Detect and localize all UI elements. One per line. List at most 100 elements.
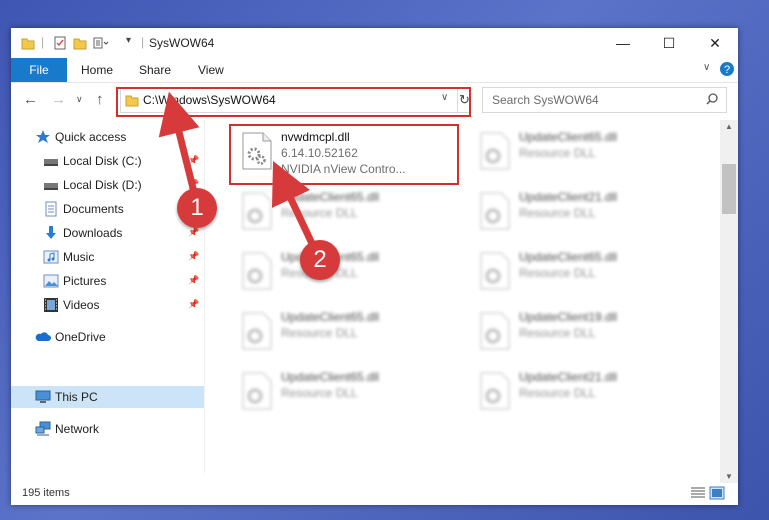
sidebar-item-music[interactable]: Music 📌 (11, 246, 204, 268)
tab-home[interactable]: Home (81, 58, 113, 82)
pictures-icon (43, 274, 59, 288)
scroll-thumb[interactable] (722, 164, 736, 214)
file-type: Resource DLL (519, 146, 596, 160)
maximize-button[interactable]: ☐ (646, 28, 692, 58)
dll-file-icon (480, 192, 510, 230)
file-name: UpdateClient65.dll (519, 250, 618, 264)
pin-icon[interactable]: 📌 (188, 155, 199, 166)
ribbon-expand-icon[interactable]: ∨ (703, 62, 710, 73)
title-separator: | (41, 35, 45, 49)
ribbon-tabs: File Home Share View ∨ ? (11, 58, 738, 83)
dll-file-icon (480, 312, 510, 350)
scroll-up-icon[interactable]: ▲ (720, 122, 738, 131)
videos-icon (44, 298, 58, 312)
pin-icon[interactable]: 📌 (188, 275, 199, 286)
file-tile[interactable]: UpdateClient21.dll Resource DLL (469, 366, 689, 414)
sidebar-item-label: Documents (63, 202, 124, 216)
file-highlight-box (229, 124, 459, 185)
pin-icon[interactable]: 📌 (188, 251, 199, 262)
sidebar-item-label: Local Disk (C:) (63, 154, 142, 168)
sidebar-item-label: Pictures (63, 274, 107, 288)
recent-locations-icon[interactable]: ∨ (76, 94, 83, 105)
item-count: 195 items (22, 487, 70, 499)
dll-file-icon (242, 312, 272, 350)
callout-badge-1: 1 (177, 188, 217, 228)
help-icon[interactable]: ? (719, 61, 735, 77)
dll-file-icon (242, 372, 272, 410)
file-name: UpdateClient19.dll (519, 310, 618, 324)
pin-icon[interactable]: 📌 (188, 227, 199, 238)
vertical-scrollbar[interactable]: ▲ ▼ (720, 120, 738, 483)
pin-icon[interactable]: 📌 (188, 299, 199, 310)
back-arrow-icon[interactable]: ← (23, 91, 38, 108)
file-type: Resource DLL (281, 386, 358, 400)
dll-file-icon (242, 252, 272, 290)
new-folder-icon[interactable] (73, 36, 87, 50)
large-icons-view-icon[interactable] (709, 486, 725, 500)
file-tile[interactable]: UpdateClient65.dll Resource DLL (231, 366, 451, 414)
file-type: Resource DLL (519, 206, 596, 220)
cloud-icon (35, 332, 51, 341)
sidebar-item-videos[interactable]: Videos 📌 (11, 294, 204, 316)
file-tile[interactable]: UpdateClient65.dll Resource DLL (231, 186, 451, 234)
sidebar-item-label: Quick access (55, 130, 127, 144)
sidebar-item-this-pc[interactable]: This PC (11, 386, 204, 408)
file-type: Resource DLL (281, 326, 358, 340)
scroll-down-icon[interactable]: ▼ (720, 472, 738, 481)
svg-text:?: ? (724, 64, 730, 76)
computer-icon (35, 390, 51, 403)
title-bar: | ▾ | SysWOW64 — ☐ ✕ (11, 28, 738, 58)
sidebar-item-network[interactable]: Network (11, 418, 204, 440)
file-tile[interactable]: UpdateClient65.dll Resource DLL (231, 306, 451, 354)
up-arrow-icon[interactable]: ↑ (96, 91, 104, 108)
sidebar-item-label: Downloads (63, 226, 123, 240)
sidebar-item-label: Videos (63, 298, 100, 312)
network-icon (35, 421, 51, 436)
tab-share[interactable]: Share (139, 58, 171, 82)
search-box[interactable]: Search SysWOW64 (482, 87, 727, 113)
sidebar-item-label: OneDrive (55, 330, 106, 344)
sidebar-item-onedrive[interactable]: OneDrive (11, 326, 204, 348)
sidebar-item-label: Local Disk (D:) (63, 178, 142, 192)
qat-dropdown-icon[interactable]: ▾ (126, 35, 131, 46)
search-input[interactable]: Search SysWOW64 (492, 93, 599, 107)
properties-icon[interactable] (53, 36, 67, 50)
file-type: Resource DLL (519, 266, 596, 280)
sidebar-item-pictures[interactable]: Pictures 📌 (11, 270, 204, 292)
download-icon (46, 226, 56, 239)
folder-icon[interactable] (21, 36, 35, 50)
tab-view[interactable]: View (198, 58, 224, 82)
navigation-pane: Quick access Local Disk (C:) 📌 Local Dis… (11, 120, 204, 473)
sidebar-item-local-disk-d[interactable]: Local Disk (D:) 📌 (11, 174, 204, 196)
file-name: UpdateClient21.dll (519, 370, 618, 384)
sidebar-item-documents[interactable]: Documents 📌 (11, 198, 204, 220)
drive-icon (44, 159, 58, 166)
music-icon (43, 250, 59, 264)
address-highlight-box (116, 87, 471, 117)
file-tile[interactable]: UpdateClient65.dll Resource DLL (469, 126, 689, 174)
star-icon (36, 130, 50, 143)
file-name: UpdateClient65.dll (281, 370, 380, 384)
search-icon[interactable] (705, 92, 719, 106)
forward-arrow-icon[interactable]: → (51, 91, 66, 108)
file-type: Resource DLL (519, 326, 596, 340)
sidebar-item-label: This PC (55, 390, 98, 404)
sidebar-item-quick-access[interactable]: Quick access (11, 126, 204, 148)
close-button[interactable]: ✕ (692, 28, 738, 58)
callout-badge-2: 2 (300, 240, 340, 280)
tab-file[interactable]: File (11, 58, 67, 82)
file-tile[interactable]: UpdateClient21.dll Resource DLL (469, 186, 689, 234)
minimize-button[interactable]: — (600, 28, 646, 58)
file-type: Resource DLL (519, 386, 596, 400)
status-bar: 195 items (11, 483, 738, 505)
customize-icon[interactable] (93, 36, 109, 50)
file-name: UpdateClient65.dll (281, 190, 380, 204)
drive-icon (44, 183, 58, 190)
file-tile[interactable]: UpdateClient65.dll Resource DLL (469, 246, 689, 294)
file-tile[interactable]: UpdateClient65.dll Resource DLL (231, 246, 451, 294)
file-tile[interactable]: UpdateClient19.dll Resource DLL (469, 306, 689, 354)
file-name: UpdateClient65.dll (519, 130, 618, 144)
sidebar-item-local-disk-c[interactable]: Local Disk (C:) 📌 (11, 150, 204, 172)
sidebar-item-downloads[interactable]: Downloads 📌 (11, 222, 204, 244)
details-view-icon[interactable] (690, 486, 706, 500)
